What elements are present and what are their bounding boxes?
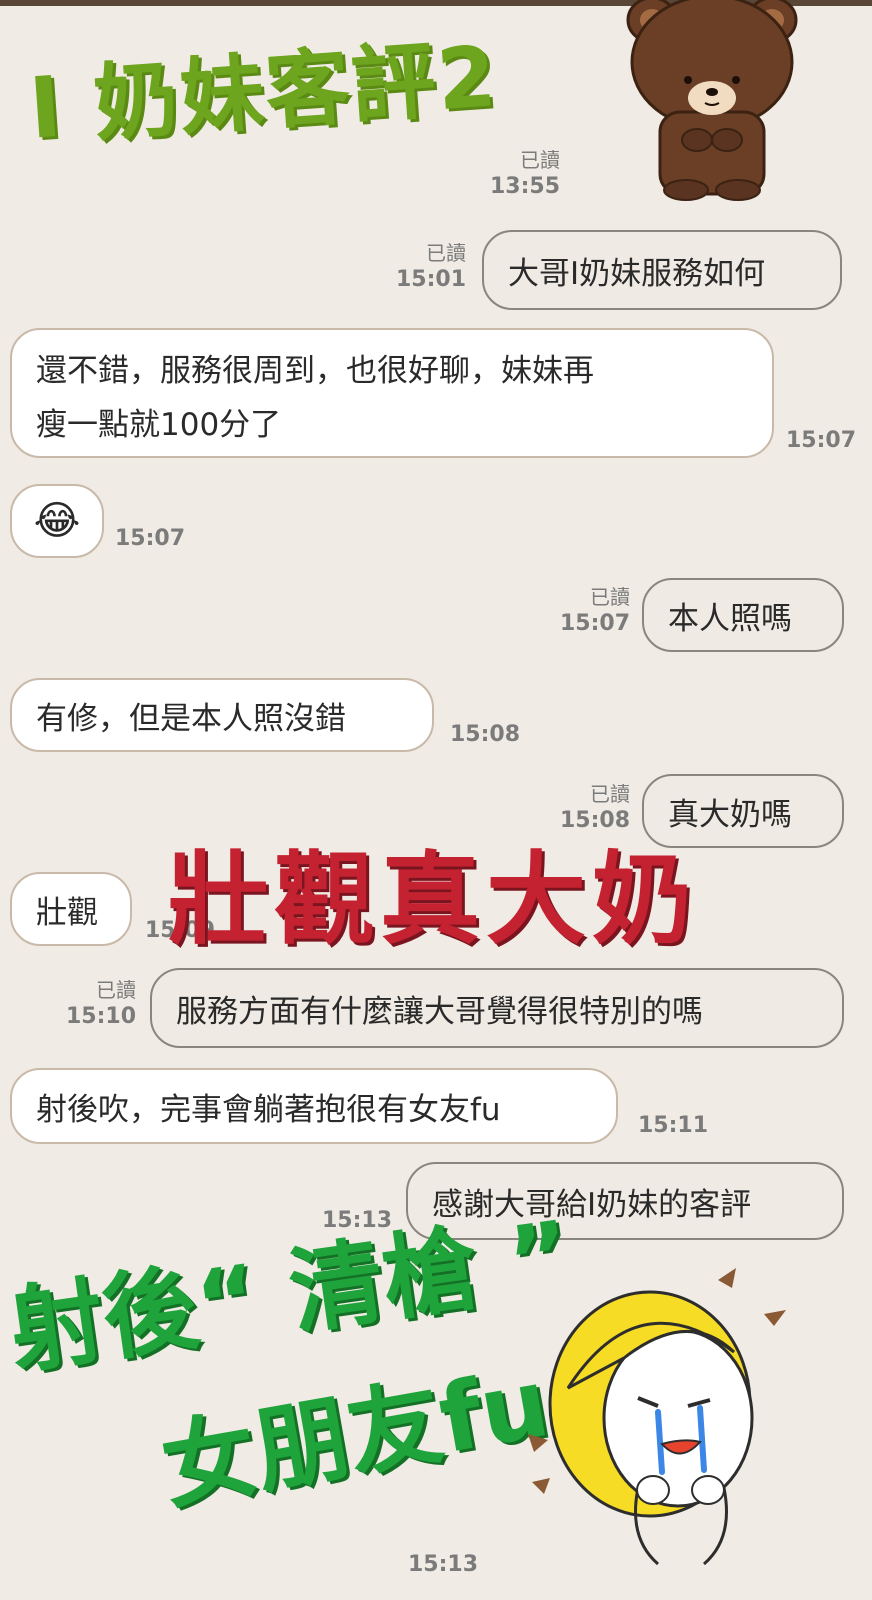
message-text: 還不錯，服務很周到，也很好聊，妹妹再: [36, 353, 594, 389]
read-receipt-top: 已讀 13:55: [489, 148, 560, 199]
message-bubble-incoming[interactable]: 😂: [10, 484, 104, 558]
message-text: 瘦一點就100分了: [36, 407, 282, 443]
message-bubble-incoming[interactable]: 還不錯，服務很周到，也很好聊，妹妹再 瘦一點就100分了: [10, 328, 774, 458]
message-time: 15:08: [450, 722, 521, 747]
laughing-tears-emoji-icon: 😂: [33, 498, 81, 544]
headline-title: I 奶妹客評2: [26, 27, 501, 158]
message-bubble-outgoing[interactable]: 本人照嗎: [642, 578, 844, 652]
message-time: 15:07: [786, 428, 857, 453]
crying-blonde-girl-sticker[interactable]: [528, 1268, 818, 1572]
message-bubble-outgoing[interactable]: 大哥I奶妹服務如何: [482, 230, 842, 310]
message-text: 本人照嗎: [668, 600, 792, 637]
message-bubble-incoming[interactable]: 壯觀: [10, 872, 132, 946]
read-receipt: 已讀 15:10: [65, 978, 136, 1029]
message-time: 15:11: [638, 1113, 709, 1138]
message-text: 壯觀: [36, 894, 98, 931]
brown-bear-sticker[interactable]: [612, 0, 812, 205]
message-bubble-outgoing[interactable]: 服務方面有什麼讓大哥覺得很特別的嗎: [150, 968, 844, 1048]
message-bubble-incoming[interactable]: 有修，但是本人照沒錯: [10, 678, 434, 752]
overlay-caption-red: 壯觀真大奶: [168, 841, 698, 958]
read-receipt: 已讀 15:07: [559, 585, 630, 636]
message-bubble-incoming[interactable]: 射後吹，完事會躺著抱很有女友fu: [10, 1068, 618, 1144]
message-text: 服務方面有什麼讓大哥覺得很特別的嗎: [176, 993, 703, 1030]
message-time: 15:07: [115, 526, 186, 551]
message-text: 大哥I奶妹服務如何: [508, 255, 766, 292]
message-time-bottom: 15:13: [408, 1552, 479, 1577]
read-receipt: 已讀 15:01: [395, 241, 466, 292]
message-text: 有修，但是本人照沒錯: [36, 700, 346, 737]
message-text: 射後吹，完事會躺著抱很有女友fu: [36, 1091, 501, 1128]
